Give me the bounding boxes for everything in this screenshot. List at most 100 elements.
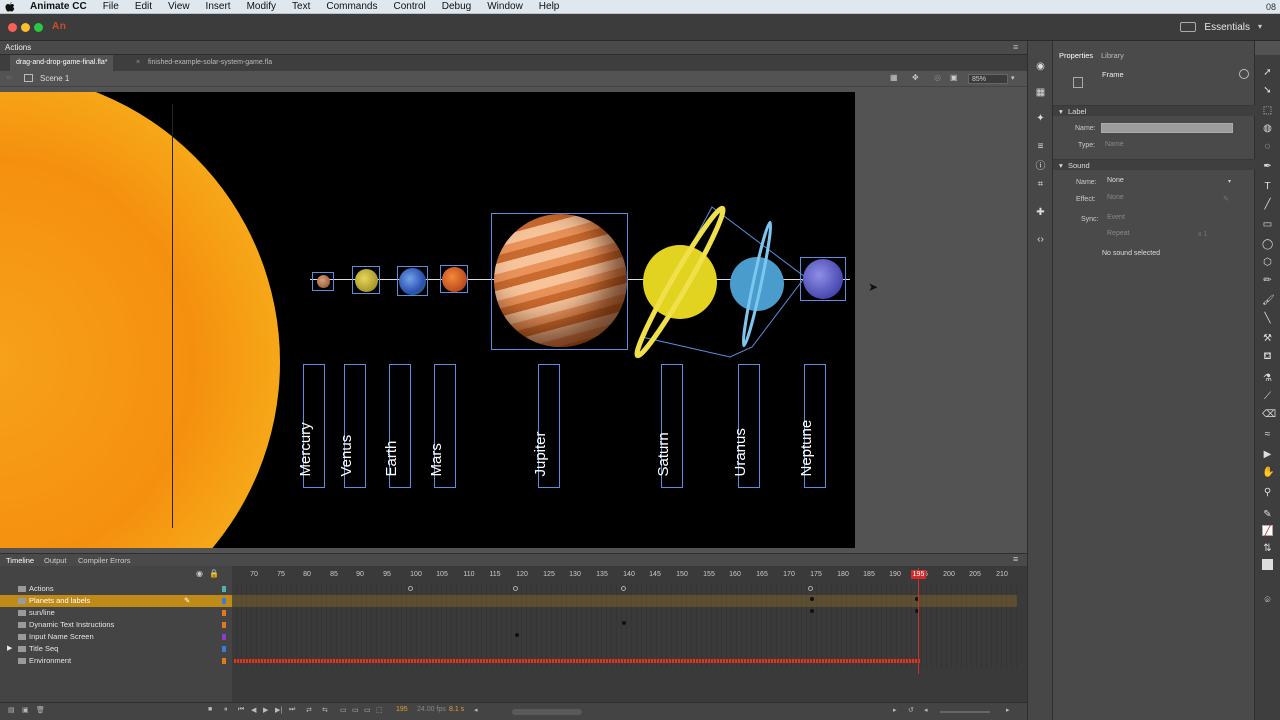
- timeline-scrollbar[interactable]: [512, 709, 582, 715]
- help-icon[interactable]: [1239, 69, 1249, 79]
- label-uranus[interactable]: Uranus: [732, 364, 760, 488]
- tab-output[interactable]: Output: [44, 556, 67, 565]
- pen-tool-icon[interactable]: ✒: [1262, 161, 1273, 172]
- layer-row[interactable]: Environment: [0, 655, 232, 667]
- loop-icon[interactable]: ⇄: [306, 706, 312, 714]
- eye-icon[interactable]: ◉: [196, 569, 203, 578]
- center-stage-icon[interactable]: ◎: [934, 73, 941, 82]
- layer-row[interactable]: ▶ Title Seq: [0, 643, 232, 655]
- line-tool-icon[interactable]: ╱: [1262, 199, 1273, 210]
- 3d-rotation-tool-icon[interactable]: ◍: [1262, 123, 1273, 134]
- layer-row[interactable]: sun/line: [0, 607, 232, 619]
- zoom-out-icon[interactable]: ◂: [924, 706, 928, 714]
- new-layer-icon[interactable]: ▤: [8, 706, 15, 714]
- scene-label[interactable]: Scene 1: [40, 74, 69, 83]
- paint-bucket-tool-icon[interactable]: ⛾: [1262, 351, 1273, 362]
- polystar-tool-icon[interactable]: ⬡: [1262, 257, 1273, 268]
- type-select[interactable]: Name: [1101, 141, 1231, 151]
- snap-to-objects-icon[interactable]: ⌾: [1262, 595, 1273, 606]
- tab-timeline[interactable]: Timeline: [6, 556, 34, 565]
- menu-file[interactable]: File: [95, 0, 127, 14]
- keyframe[interactable]: [515, 633, 519, 637]
- apple-icon[interactable]: [4, 1, 16, 13]
- keyframe[interactable]: [408, 586, 413, 591]
- menu-help[interactable]: Help: [531, 0, 568, 14]
- oval-tool-icon[interactable]: ◯: [1262, 239, 1273, 250]
- motion-presets-icon[interactable]: ✦: [1035, 113, 1046, 124]
- playhead[interactable]: [918, 568, 919, 674]
- eraser-tool-icon[interactable]: ⌫: [1262, 409, 1276, 420]
- zoom-tool-icon[interactable]: ⚲: [1262, 487, 1273, 498]
- zoom-in-icon[interactable]: ▸: [1006, 706, 1010, 714]
- expand-folder-icon[interactable]: ▶: [7, 643, 12, 655]
- menu-insert[interactable]: Insert: [198, 0, 239, 14]
- label-jupiter[interactable]: Jupiter: [532, 364, 560, 488]
- sound-name-select[interactable]: None: [1103, 177, 1233, 187]
- center-frame-icon[interactable]: ⇆: [322, 706, 328, 714]
- minimize-window-button[interactable]: [21, 23, 30, 32]
- doc-tab[interactable]: finished-example-solar-system-game.fla: [142, 55, 278, 71]
- free-transform-tool-icon[interactable]: ⬚: [1262, 105, 1273, 116]
- text-tool-icon[interactable]: T: [1262, 181, 1273, 192]
- label-neptune[interactable]: Neptune: [798, 364, 826, 488]
- panel-menu-icon[interactable]: ≡: [1013, 554, 1018, 564]
- lasso-tool-icon[interactable]: ◌: [1262, 141, 1273, 152]
- layer-row[interactable]: Dynamic Text Instructions: [0, 619, 232, 631]
- stage[interactable]: Mercury Venus Earth Mars Jupiter Saturn …: [0, 92, 855, 548]
- playhead-frame-label[interactable]: 195: [911, 570, 926, 579]
- keyframe[interactable]: [810, 609, 814, 613]
- timeline-zoom-slider[interactable]: [940, 711, 990, 713]
- repeat-count[interactable]: x 1: [1198, 231, 1207, 238]
- rectangle-tool-icon[interactable]: ▭: [1262, 219, 1273, 230]
- menu-modify[interactable]: Modify: [239, 0, 284, 14]
- layer-row[interactable]: Input Name Screen: [0, 631, 232, 643]
- components-icon[interactable]: ✚: [1035, 207, 1046, 218]
- keyframe[interactable]: [808, 586, 813, 591]
- new-folder-icon[interactable]: ▣: [22, 706, 29, 714]
- menu-edit[interactable]: Edit: [127, 0, 160, 14]
- scroll-right-icon[interactable]: ▸: [893, 706, 897, 714]
- menu-window[interactable]: Window: [479, 0, 531, 14]
- label-earth[interactable]: Earth: [383, 364, 411, 488]
- chevron-down-icon[interactable]: ▾: [1258, 22, 1262, 31]
- zoom-chevron-icon[interactable]: ▾: [1011, 74, 1015, 82]
- workspace-switcher[interactable]: Essentials: [1204, 22, 1250, 33]
- color-panel-icon[interactable]: ◉: [1035, 61, 1046, 72]
- keyframe[interactable]: [622, 621, 626, 625]
- sun-line[interactable]: [172, 104, 173, 528]
- tab-library[interactable]: Library: [1101, 51, 1124, 60]
- zoom-select[interactable]: 85%: [968, 74, 1008, 84]
- onion-skin-icon[interactable]: ▭: [340, 706, 347, 714]
- step-forward-icon[interactable]: ▶|: [275, 706, 282, 714]
- zoom-window-button[interactable]: [34, 23, 43, 32]
- neptune-planet[interactable]: [803, 259, 843, 299]
- sync-settings-icon[interactable]: [1180, 22, 1196, 32]
- default-colors-icon[interactable]: [1262, 559, 1273, 570]
- edit-scene-icon[interactable]: ▦: [890, 73, 898, 82]
- play-icon[interactable]: ▶: [263, 706, 268, 714]
- delete-layer-icon[interactable]: 🗑: [36, 706, 45, 714]
- fps-readout[interactable]: 24.00 fps: [417, 706, 446, 713]
- label-saturn[interactable]: Saturn: [655, 364, 683, 488]
- menu-commands[interactable]: Commands: [318, 0, 385, 14]
- venus-planet[interactable]: [355, 269, 378, 292]
- selection-tool-icon[interactable]: ➚: [1262, 67, 1273, 78]
- effect-select[interactable]: None: [1103, 194, 1213, 204]
- tab-compiler-errors[interactable]: Compiler Errors: [78, 556, 131, 565]
- edit-pencil-icon[interactable]: ✎: [1223, 195, 1229, 203]
- subselection-tool-icon[interactable]: ➘: [1262, 85, 1273, 96]
- panel-menu-icon[interactable]: ≡: [1013, 42, 1018, 52]
- camera-tool-icon[interactable]: ▶: [1262, 449, 1273, 460]
- repeat-select[interactable]: Repeat: [1103, 230, 1187, 240]
- jupiter-planet[interactable]: [494, 214, 627, 347]
- back-arrow-icon[interactable]: ⇦: [6, 73, 13, 82]
- label-venus[interactable]: Venus: [338, 364, 366, 488]
- clip-content-icon[interactable]: ▣: [950, 73, 958, 82]
- step-back-icon[interactable]: ◀: [251, 706, 256, 714]
- sound-section-header[interactable]: ▾ Sound: [1053, 159, 1255, 170]
- close-window-button[interactable]: [8, 23, 17, 32]
- edit-symbols-icon[interactable]: ✥: [912, 73, 919, 82]
- doc-tab-active[interactable]: drag-and-drop-game-final.fla*: [10, 55, 114, 71]
- lock-icon[interactable]: 🔒: [209, 569, 219, 578]
- swap-colors-icon[interactable]: ⇅: [1262, 543, 1273, 554]
